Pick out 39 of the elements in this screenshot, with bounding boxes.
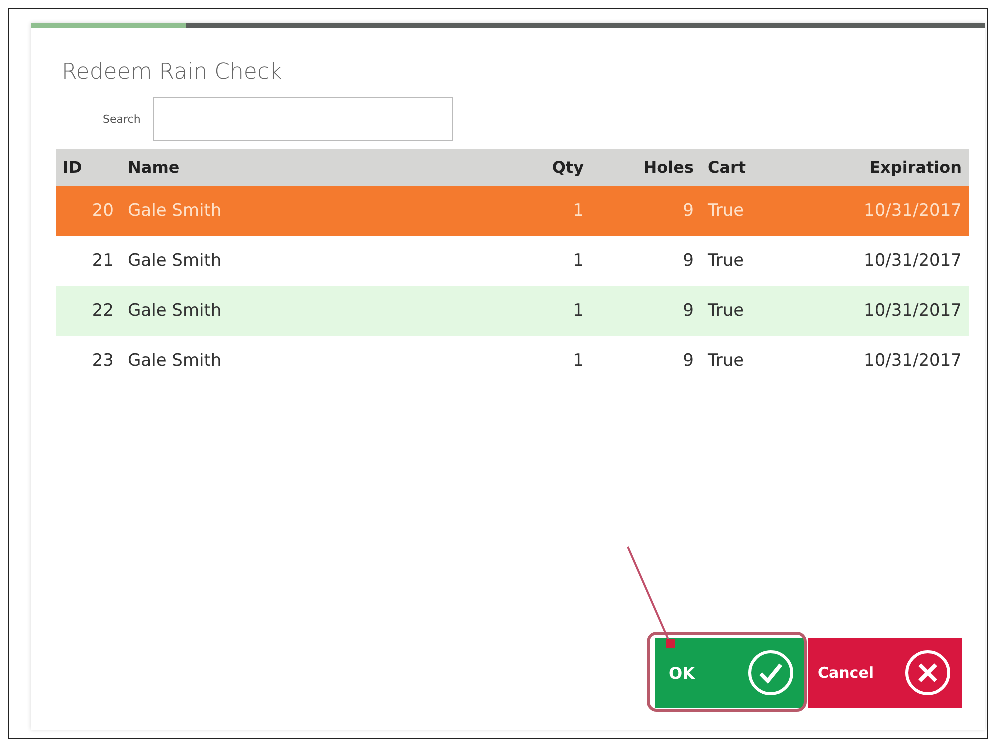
table-cell: Gale Smith	[121, 286, 511, 336]
dialog-title: Redeem Rain Check	[62, 60, 284, 85]
table-cell: 9	[591, 186, 701, 236]
table-cell: 21	[56, 236, 121, 286]
column-header[interactable]: Expiration	[791, 149, 969, 186]
table-cell: True	[701, 186, 791, 236]
table-cell: True	[701, 336, 791, 386]
table-row[interactable]: 21 Gale Smith 1 9 True 10/31/2017	[56, 236, 969, 286]
table-cell: 10/31/2017	[791, 336, 969, 386]
table-cell: Gale Smith	[121, 186, 511, 236]
table-cell: 9	[591, 236, 701, 286]
column-header[interactable]: Qty	[511, 149, 591, 186]
table-cell: 10/31/2017	[791, 186, 969, 236]
check-icon	[747, 649, 795, 697]
search-field[interactable]	[152, 97, 453, 141]
table-row[interactable]: 22 Gale Smith 1 9 True 10/31/2017	[56, 286, 969, 336]
table-cell: 9	[591, 336, 701, 386]
table-cell: True	[701, 286, 791, 336]
table-cell: 10/31/2017	[791, 286, 969, 336]
table-cell: 1	[511, 336, 591, 386]
table-cell: 9	[591, 286, 701, 336]
table-row[interactable]: 23 Gale Smith 1 9 True 10/31/2017	[56, 336, 969, 386]
close-icon	[904, 649, 952, 697]
column-header[interactable]: Holes	[591, 149, 701, 186]
search-label: Search	[103, 112, 141, 126]
table-cell: 23	[56, 336, 121, 386]
table-cell: 22	[56, 286, 121, 336]
table-cell: 20	[56, 186, 121, 236]
table-cell: 1	[511, 286, 591, 336]
column-header[interactable]: Cart	[701, 149, 791, 186]
cancel-button[interactable]: Cancel	[808, 638, 962, 708]
table-cell: 1	[511, 236, 591, 286]
table-cell: True	[701, 236, 791, 286]
table-cell: 1	[511, 186, 591, 236]
table-cell: 10/31/2017	[791, 236, 969, 286]
table-cell: Gale Smith	[121, 336, 511, 386]
column-header[interactable]: Name	[121, 149, 511, 186]
table-cell: Gale Smith	[121, 236, 511, 286]
column-header[interactable]: ID	[56, 149, 121, 186]
